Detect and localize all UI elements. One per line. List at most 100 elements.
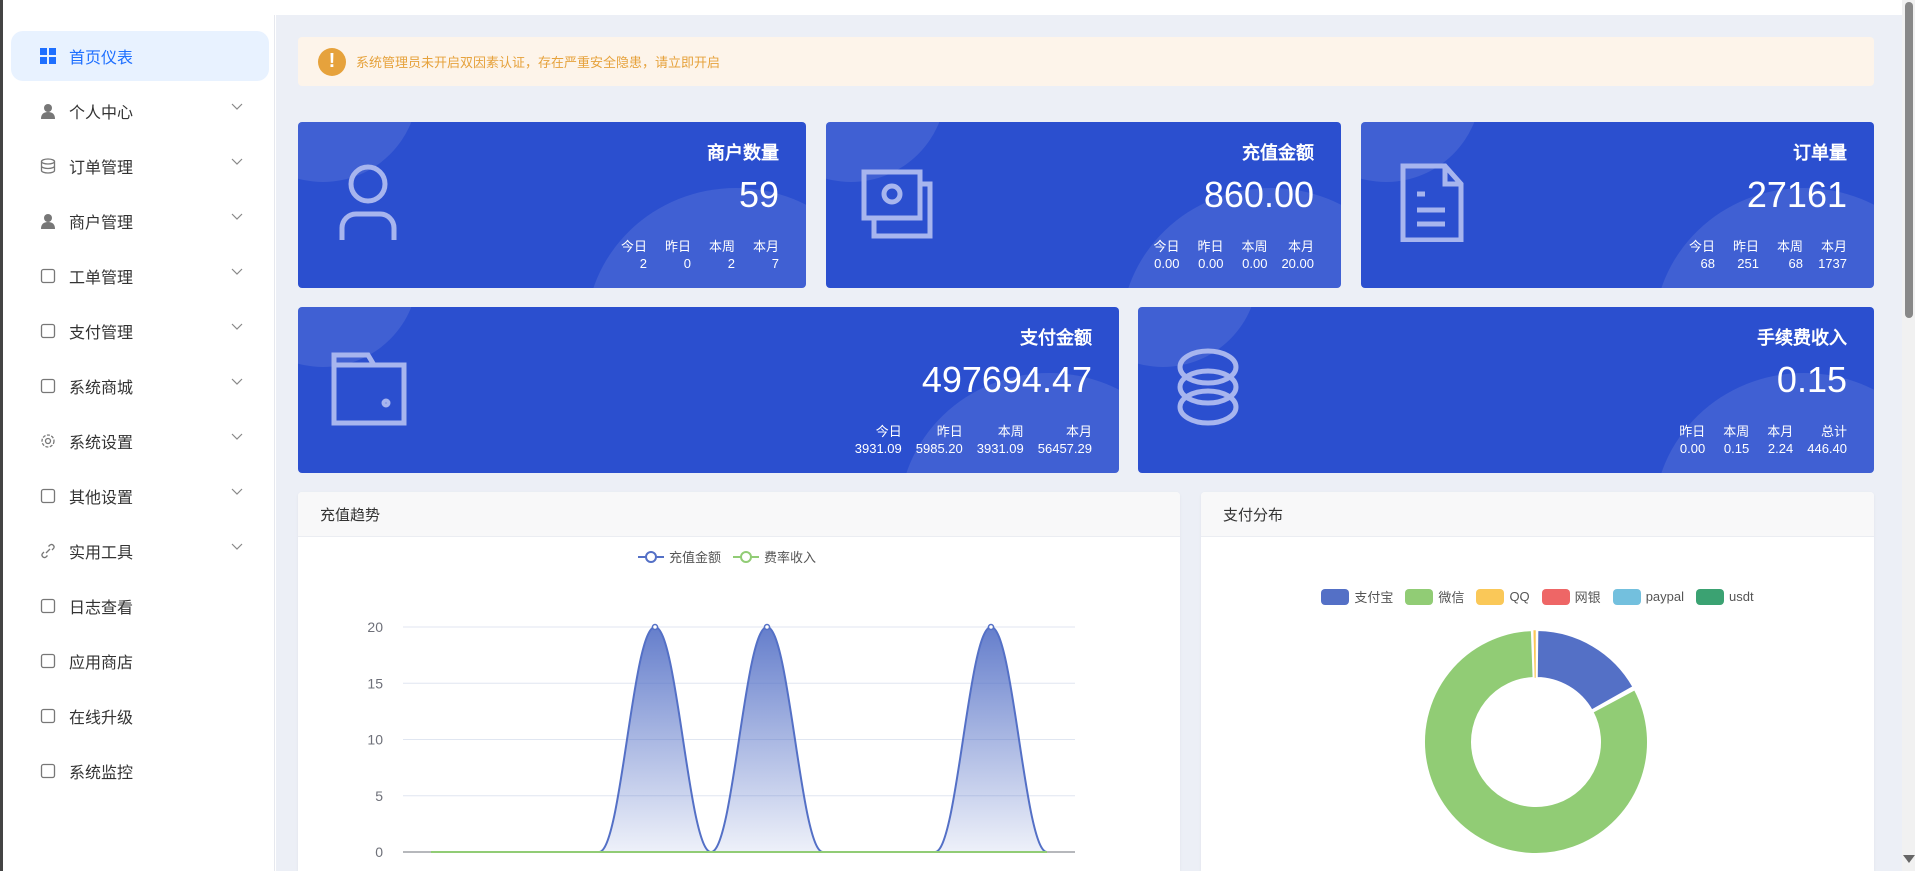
stat-value: 251 bbox=[1737, 256, 1759, 271]
legend-line-icon bbox=[638, 550, 664, 563]
sidebar-item-7[interactable]: 系统设置 bbox=[11, 416, 269, 466]
alert-text: 系统管理员未开启双因素认证，存在严重安全隐患，请立即开启 bbox=[356, 55, 721, 70]
sidebar-item-3[interactable]: 商户管理 bbox=[11, 196, 269, 246]
stat-label: 本月 bbox=[1287, 239, 1314, 254]
y-tick-label: 20 bbox=[367, 619, 383, 635]
legend-swatch bbox=[1696, 588, 1724, 605]
upgrade-icon bbox=[39, 707, 57, 725]
sidebar-item-4[interactable]: 工单管理 bbox=[11, 251, 269, 301]
sidebar-item-9[interactable]: 实用工具 bbox=[11, 526, 269, 576]
scrollbar[interactable] bbox=[1902, 0, 1915, 871]
sidebar-item-label: 工单管理 bbox=[69, 270, 134, 287]
legend-item[interactable]: paypal bbox=[1612, 588, 1684, 605]
sidebar-item-label: 实用工具 bbox=[69, 545, 134, 562]
legend-label: usdt bbox=[1729, 589, 1754, 604]
sidebar-item-10[interactable]: 日志查看 bbox=[11, 581, 269, 631]
gear-icon bbox=[39, 432, 57, 450]
legend-item[interactable]: 网银 bbox=[1541, 587, 1601, 606]
legend-swatch bbox=[1405, 588, 1434, 605]
stat-label: 本月 bbox=[1767, 424, 1794, 439]
top-bar bbox=[3, 0, 1902, 15]
line-legend: 充值金额 费率收入 bbox=[638, 547, 816, 566]
stat-value: 20.00 bbox=[1281, 256, 1314, 271]
sidebar-item-2[interactable]: 订单管理 bbox=[11, 141, 269, 191]
stat: 昨日 0.00 bbox=[1675, 423, 1705, 457]
chevron-down-icon bbox=[231, 323, 243, 330]
data-point[interactable] bbox=[763, 623, 771, 631]
database-icon bbox=[39, 157, 57, 175]
stat-label: 本周 bbox=[997, 424, 1024, 439]
stat-value: 68 bbox=[1788, 256, 1803, 271]
card-value: 59 bbox=[738, 174, 779, 215]
sidebar-item-label: 其他设置 bbox=[69, 490, 134, 507]
bag-icon bbox=[39, 377, 57, 395]
stat-label: 今日 bbox=[620, 239, 647, 254]
sidebar-item-5[interactable]: 支付管理 bbox=[11, 306, 269, 356]
data-point[interactable] bbox=[651, 623, 659, 631]
legend-item-recharge[interactable]: 充值金额 bbox=[638, 547, 721, 566]
stat-label: 本周 bbox=[708, 239, 735, 254]
shop-icon bbox=[39, 652, 57, 670]
sidebar-item-12[interactable]: 在线升级 bbox=[11, 691, 269, 741]
card-value: 860.00 bbox=[1203, 174, 1314, 215]
folder-icon bbox=[331, 352, 407, 426]
stat-label: 本月 bbox=[1065, 424, 1092, 439]
payment-amount-card: 支付金额 497694.47 今日 3931.09 昨日 5985.20 本周 3931.09… bbox=[298, 307, 1119, 473]
chevron-down-icon bbox=[231, 158, 243, 165]
legend-label: QQ bbox=[1509, 589, 1530, 604]
recharge-amount-card: 充值金额 860.00 今日 0.00 昨日 0.00 本周 0.00 本月 20.00 bbox=[826, 122, 1341, 288]
sidebar-item-6[interactable]: 系统商城 bbox=[11, 361, 269, 411]
stat: 本月 2.24 bbox=[1763, 423, 1793, 457]
y-tick-label: 0 bbox=[375, 844, 383, 860]
stat-label: 昨日 bbox=[664, 239, 691, 254]
stat-value: 7 bbox=[771, 256, 779, 271]
sidebar-item-label: 商户管理 bbox=[69, 215, 134, 232]
stat-value: 0.00 bbox=[1242, 256, 1268, 271]
stat-label: 本月 bbox=[752, 239, 779, 254]
legend-swatch bbox=[1476, 588, 1505, 605]
coins-icon bbox=[1177, 348, 1239, 426]
chevron-down-icon bbox=[231, 543, 243, 550]
stat: 今日 68 bbox=[1685, 238, 1715, 272]
legend-item-fee[interactable]: 费率收入 bbox=[733, 547, 816, 566]
sidebar-item-label: 支付管理 bbox=[69, 325, 134, 342]
link-icon bbox=[39, 542, 57, 560]
pie-legend: 支付宝 微信 QQ 网银 paypal usdt bbox=[1201, 587, 1874, 606]
stat-value: 0.00 bbox=[1198, 256, 1224, 271]
stat-value: 446.40 bbox=[1807, 441, 1847, 456]
merchant-count-card: 商户数量 59 今日 2 昨日 0 本周 2 本月 7 bbox=[298, 122, 806, 288]
sidebar-item-1[interactable]: 个人中心 bbox=[11, 86, 269, 136]
legend-item[interactable]: usdt bbox=[1696, 588, 1754, 605]
chevron-down-icon bbox=[231, 268, 243, 275]
card-title: 商户数量 bbox=[707, 143, 779, 163]
fee-income-card: 手续费收入 0.15 昨日 0.00 本周 0.15 本月 2.24 总计 446.40 bbox=[1138, 307, 1874, 473]
sidebar-item-13[interactable]: 系统监控 bbox=[11, 746, 269, 796]
sidebar-item-11[interactable]: 应用商店 bbox=[11, 636, 269, 686]
sidebar-item-0[interactable]: 首页仪表 bbox=[11, 31, 269, 81]
legend-item[interactable]: 微信 bbox=[1405, 587, 1464, 606]
scroll-down-arrow[interactable] bbox=[1903, 855, 1915, 863]
data-point[interactable] bbox=[987, 623, 995, 631]
legend-swatch bbox=[1321, 588, 1350, 605]
legend-item[interactable]: 支付宝 bbox=[1321, 587, 1393, 606]
stat-label: 今日 bbox=[1688, 239, 1715, 254]
legend-item[interactable]: QQ bbox=[1476, 588, 1530, 605]
main-content: ! 系统管理员未开启双因素认证，存在严重安全隐患，请立即开启 商户数量 59 今日 2… bbox=[276, 15, 1902, 871]
stat: 本周 0.00 bbox=[1237, 238, 1267, 272]
chevron-down-icon bbox=[231, 488, 243, 495]
sidebar-item-label: 在线升级 bbox=[69, 710, 134, 727]
payment-distribution-panel: 支付分布 支付宝 微信 QQ 网银 paypal usdt bbox=[1201, 492, 1874, 871]
card-title: 订单量 bbox=[1793, 143, 1847, 163]
sidebar-item-label: 首页仪表 bbox=[69, 50, 134, 67]
sidebar-item-8[interactable]: 其他设置 bbox=[11, 471, 269, 521]
sidebar-item-label: 日志查看 bbox=[69, 600, 134, 617]
document-icon bbox=[1400, 163, 1464, 242]
stat: 今日 3931.09 bbox=[855, 423, 902, 457]
stat: 昨日 0 bbox=[661, 238, 691, 272]
printer-icon bbox=[39, 487, 57, 505]
card-value: 27161 bbox=[1746, 174, 1847, 215]
legend-label: 充值金额 bbox=[669, 550, 722, 565]
card-title: 充值金额 bbox=[1242, 143, 1314, 163]
scrollbar-thumb[interactable] bbox=[1905, 2, 1913, 318]
recharge-trend-panel: 充值趋势 充值金额 费率收入 0 5 10 15 20 bbox=[298, 492, 1180, 871]
